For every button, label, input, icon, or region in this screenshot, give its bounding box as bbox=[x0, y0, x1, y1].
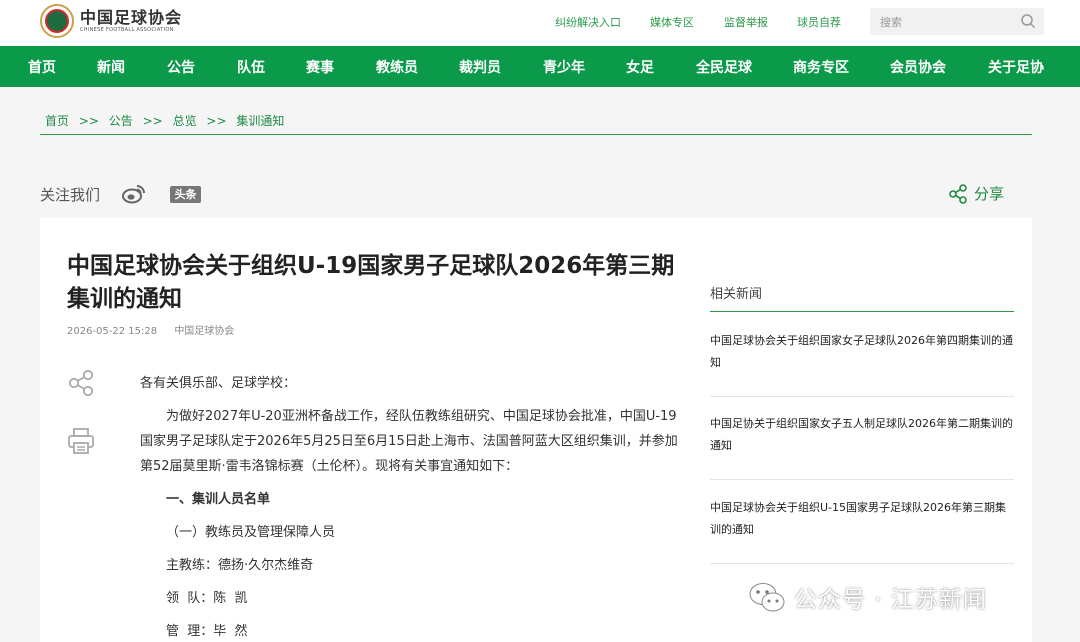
media-link[interactable]: 媒体专区 bbox=[650, 14, 694, 30]
breadcrumb-separator: >> bbox=[142, 114, 163, 128]
related-news-item[interactable]: 中国足球协会关于组织国家女子足球队2026年第四期集训的通知 bbox=[710, 330, 1014, 374]
nav-referees[interactable]: 裁判员 bbox=[459, 57, 501, 77]
subsection-heading: （一）教练员及管理保障人员 bbox=[166, 525, 336, 540]
intro-paragraph: 为做好2027年U-20亚洲杯备战工作，经队伍教练组研究、中国足球协会批准，中国… bbox=[140, 409, 678, 474]
share-icon[interactable] bbox=[66, 368, 96, 398]
share-button[interactable]: 分享 bbox=[948, 183, 1004, 204]
top-header: 中国足球协会 CHINESE FOOTBALL ASSOCIATION 纠纷解决… bbox=[0, 0, 1080, 46]
share-label: 分享 bbox=[974, 185, 1005, 203]
breadcrumb-divider bbox=[40, 134, 1032, 135]
related-separator bbox=[710, 563, 1014, 564]
weibo-icon[interactable] bbox=[122, 184, 146, 204]
report-link[interactable]: 监督举报 bbox=[724, 14, 768, 30]
nav-womens[interactable]: 女足 bbox=[626, 57, 654, 77]
breadcrumb-notices[interactable]: 公告 bbox=[109, 114, 133, 128]
follow-us-label: 关注我们 bbox=[40, 186, 101, 204]
staff-line: 领 队：陈 凯 bbox=[166, 591, 248, 606]
logo-subtitle: CHINESE FOOTBALL ASSOCIATION bbox=[80, 26, 174, 33]
nav-coaches[interactable]: 教练员 bbox=[376, 57, 418, 77]
toutiao-icon[interactable]: 头条 bbox=[170, 186, 201, 203]
related-separator bbox=[710, 396, 1014, 397]
nav-news[interactable]: 新闻 bbox=[97, 57, 125, 77]
nav-youth[interactable]: 青少年 bbox=[543, 57, 585, 77]
article-meta: 2026-05-22 15:28 中国足球协会 bbox=[67, 322, 248, 337]
breadcrumb-separator: >> bbox=[78, 114, 99, 128]
breadcrumb: 首页 >> 公告 >> 总览 >> 集训通知 bbox=[45, 112, 290, 129]
related-news-divider bbox=[710, 311, 1014, 312]
site-logo[interactable]: 中国足球协会 CHINESE FOOTBALL ASSOCIATION bbox=[40, 4, 182, 38]
section-heading: 一、集训人员名单 bbox=[166, 492, 271, 507]
logo-title: 中国足球协会 bbox=[80, 7, 183, 27]
nav-home[interactable]: 首页 bbox=[28, 57, 56, 77]
nav-teams[interactable]: 队伍 bbox=[237, 57, 265, 77]
breadcrumb-separator: >> bbox=[206, 114, 227, 128]
related-separator bbox=[710, 479, 1014, 480]
related-news-item[interactable]: 中国足协关于组织国家女子五人制足球队2026年第二期集训的通知 bbox=[710, 413, 1014, 457]
nav-about[interactable]: 关于足协 bbox=[988, 57, 1044, 77]
print-icon[interactable] bbox=[66, 426, 96, 456]
breadcrumb-home[interactable]: 首页 bbox=[45, 114, 69, 128]
related-news-item[interactable]: 中国足球协会关于组织U-15国家男子足球队2026年第三期集训的通知 bbox=[710, 497, 1014, 541]
share-icon bbox=[949, 183, 967, 204]
dispute-link[interactable]: 纠纷解决入口 bbox=[555, 14, 621, 30]
player-recommend-link[interactable]: 球员自荐 bbox=[797, 14, 841, 30]
wechat-watermark: 公众号 · 江苏新闻 bbox=[748, 580, 987, 614]
search-input[interactable]: 搜索 bbox=[870, 8, 1044, 35]
staff-line: 主教练：德扬·久尔杰维奇 bbox=[166, 558, 314, 573]
nav-business[interactable]: 商务专区 bbox=[793, 57, 849, 77]
article-body: 各有关俱乐部、足球学校： 为做好2027年U-20亚洲杯备战工作，经队伍教练组研… bbox=[140, 371, 680, 642]
article-date: 2026-05-22 15:28 bbox=[67, 326, 158, 337]
search-placeholder: 搜索 bbox=[880, 16, 902, 29]
wechat-icon bbox=[749, 583, 785, 612]
cfa-emblem-icon bbox=[40, 4, 74, 38]
nav-matches[interactable]: 赛事 bbox=[306, 57, 334, 77]
article-source: 中国足球协会 bbox=[174, 326, 235, 337]
staff-line: 管 理：毕 然 bbox=[166, 624, 248, 639]
article-title: 中国足球协会关于组织U-19国家男子足球队2026年第三期集训的通知 bbox=[67, 253, 675, 312]
salutation: 各有关俱乐部、足球学校： bbox=[140, 376, 297, 391]
nav-notices[interactable]: 公告 bbox=[167, 57, 195, 77]
nav-grassroots[interactable]: 全民足球 bbox=[696, 57, 752, 77]
breadcrumb-current[interactable]: 集训通知 bbox=[236, 114, 284, 128]
watermark-text: 公众号 · 江苏新闻 bbox=[794, 587, 987, 613]
nav-member-associations[interactable]: 会员协会 bbox=[890, 57, 946, 77]
breadcrumb-overview[interactable]: 总览 bbox=[173, 114, 197, 128]
related-news-heading: 相关新闻 bbox=[710, 287, 763, 302]
main-nav: 首页 新闻 公告 队伍 赛事 教练员 裁判员 青少年 女足 全民足球 商务专区 … bbox=[0, 46, 1080, 87]
search-icon[interactable] bbox=[1020, 13, 1036, 29]
